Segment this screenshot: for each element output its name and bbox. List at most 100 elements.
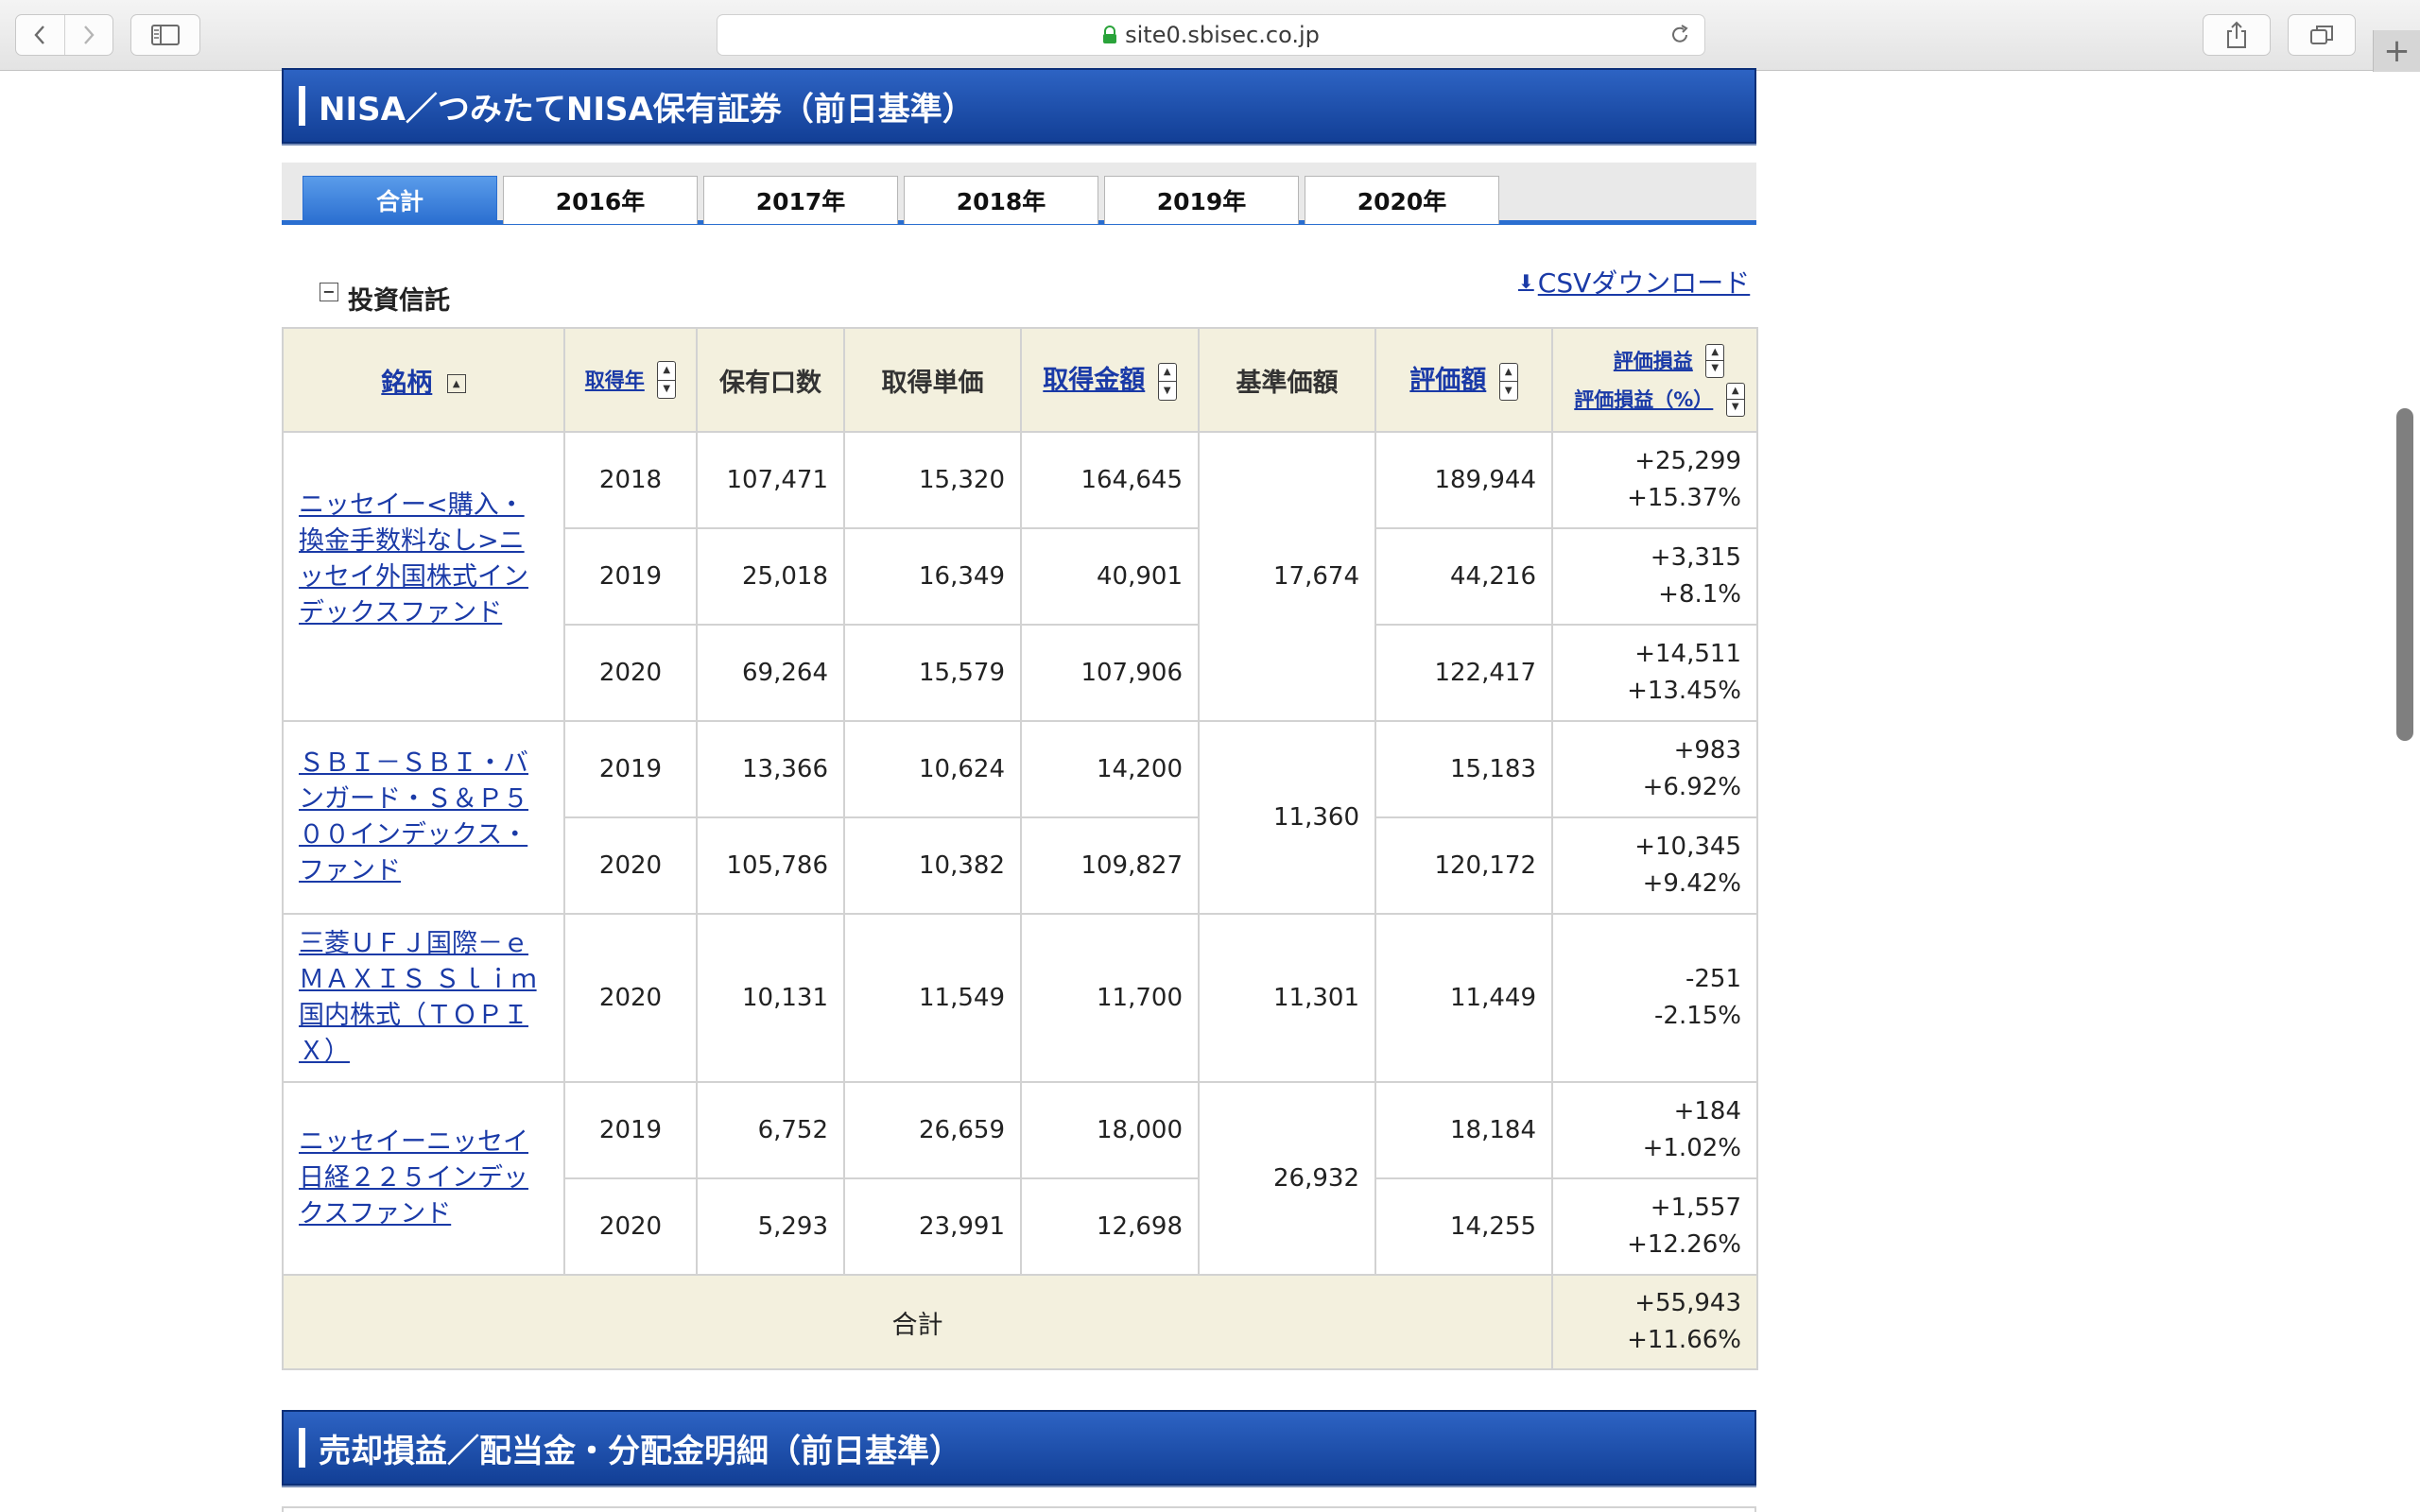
tabs-overview-button[interactable]	[2288, 14, 2356, 56]
nisa-section-title: NISA／つみたてNISA保有証券（前日基準）	[319, 90, 975, 129]
pl-cell: +983 +6.92%	[1551, 720, 1758, 818]
total-pl-cell: +55,943 +11.66%	[1551, 1274, 1758, 1370]
holdings-table: 銘柄 ▲ 取得年 ▲ ▼ 保有口数 取得単価 取得金額 ▲ ▼ 基準価額 評価額 ▲…	[282, 327, 1758, 1370]
pl-percent: +6.92%	[1642, 773, 1741, 801]
pl-amount: +3,315	[1650, 543, 1741, 572]
fund-name-cell: ＳＢＩ－ＳＢＩ・バンガード・Ｓ＆Ｐ５００インデックス・ファンド	[282, 720, 565, 915]
year-cell: 2020	[563, 624, 698, 722]
nav-cell: 17,674	[1198, 431, 1376, 722]
sort-toggle-icon[interactable]: ▲ ▼	[1498, 362, 1518, 401]
scrollbar-thumb[interactable]	[2396, 408, 2413, 741]
fund-link[interactable]: 三菱ＵＦＪ国際－ｅＭＡＸＩＳ Ｓｌｉｍ国内株式（ＴＯＰＩＸ）	[299, 929, 537, 1066]
value-cell: 122,417	[1374, 624, 1553, 722]
new-tab-button[interactable]: +	[2373, 30, 2420, 72]
pl-percent: +12.26%	[1627, 1230, 1741, 1259]
tabs-icon	[2310, 26, 2333, 44]
page-scrollbar[interactable]	[2392, 72, 2420, 1512]
sidebar-button[interactable]	[130, 14, 200, 56]
cost-cell: 107,906	[1020, 624, 1200, 722]
pl-percent: +8.1%	[1658, 580, 1741, 609]
value-cell: 15,183	[1374, 720, 1553, 818]
tab-2018[interactable]: 2018年	[904, 176, 1098, 224]
csv-download-link[interactable]: ⬇ CSVダウンロード	[1518, 263, 1750, 301]
pl-cell: +3,315 +8.1%	[1551, 527, 1758, 626]
history-nav	[15, 14, 113, 56]
pl-amount: +983	[1673, 736, 1741, 765]
back-button[interactable]	[16, 15, 64, 55]
pl-amount: +184	[1673, 1097, 1741, 1125]
value-cell: 120,172	[1374, 816, 1553, 915]
pl-cell: +10,345 +9.42%	[1551, 816, 1758, 915]
pl-percent: +1.02%	[1642, 1134, 1741, 1162]
forward-button[interactable]	[63, 15, 113, 55]
fund-name-cell: ニッセイーニッセイ日経２２５インデックスファンド	[282, 1081, 565, 1276]
chevron-right-icon	[83, 26, 95, 44]
units-cell: 5,293	[696, 1177, 845, 1276]
share-button[interactable]	[2203, 14, 2271, 56]
sort-toggle-icon[interactable]: ▲ ▼	[1157, 362, 1177, 401]
nav-cell: 11,360	[1198, 720, 1376, 915]
header-cost: 取得金額 ▲ ▼	[1020, 327, 1200, 433]
unit-price-cell: 16,349	[843, 527, 1022, 626]
year-tab-bar: 合計 2016年 2017年 2018年 2019年 2020年	[282, 163, 1756, 225]
collapse-toggle-icon[interactable]: −	[320, 282, 338, 301]
sort-asc-icon[interactable]: ▲	[446, 374, 466, 393]
pl-amount: +25,299	[1634, 447, 1741, 475]
fund-link[interactable]: ＳＢＩ－ＳＢＩ・バンガード・Ｓ＆Ｐ５００インデックス・ファンド	[299, 748, 528, 885]
table-row: ＳＢＩ－ＳＢＩ・バンガード・Ｓ＆Ｐ５００インデックス・ファンド 2019 13,…	[282, 720, 1758, 915]
units-cell: 69,264	[696, 624, 845, 722]
pl-cell: +1,557 +12.26%	[1551, 1177, 1758, 1276]
cost-cell: 109,827	[1020, 816, 1200, 915]
cost-cell: 40,901	[1020, 527, 1200, 626]
csv-download-label: CSVダウンロード	[1537, 267, 1751, 299]
tab-total[interactable]: 合計	[302, 176, 497, 224]
cost-cell: 14,200	[1020, 720, 1200, 818]
sort-toggle-icon[interactable]: ▲ ▼	[657, 361, 677, 399]
units-cell: 13,366	[696, 720, 845, 818]
table-header-row: 銘柄 ▲ 取得年 ▲ ▼ 保有口数 取得単価 取得金額 ▲ ▼ 基準価額 評価額 ▲…	[282, 327, 1758, 433]
reload-icon[interactable]	[1668, 23, 1691, 53]
year-cell: 2020	[563, 913, 698, 1083]
pl-cell: +14,511 +13.45%	[1551, 624, 1758, 722]
header-accent-bar	[299, 86, 305, 126]
pl-cell: -251 -2.15%	[1551, 913, 1758, 1083]
sort-by-cost-link[interactable]: 取得金額	[1043, 366, 1145, 395]
nav-cell: 11,301	[1198, 913, 1376, 1083]
fund-link[interactable]: ニッセイー<購入・換金手数料なし>ニッセイ外国株式インデックスファンド	[299, 490, 528, 627]
sort-toggle-icon[interactable]: ▲ ▼	[1705, 343, 1725, 378]
pl-percent: +15.37%	[1627, 484, 1741, 512]
value-cell: 18,184	[1374, 1081, 1553, 1179]
year-cell: 2020	[563, 1177, 698, 1276]
fund-name-cell: ニッセイー<購入・換金手数料なし>ニッセイ外国株式インデックスファンド	[282, 431, 565, 722]
header-units: 保有口数	[696, 327, 845, 433]
fund-name-cell: 三菱ＵＦＪ国際－ｅＭＡＸＩＳ Ｓｌｉｍ国内株式（ＴＯＰＩＸ）	[282, 913, 565, 1083]
pl-cell: +25,299 +15.37%	[1551, 431, 1758, 529]
sidebar-icon	[151, 25, 180, 45]
unit-price-cell: 23,991	[843, 1177, 1022, 1276]
tab-2016[interactable]: 2016年	[503, 176, 698, 224]
unit-price-cell: 10,382	[843, 816, 1022, 915]
table-row: 三菱ＵＦＪ国際－ｅＭＡＸＩＳ Ｓｌｉｍ国内株式（ＴＯＰＩＸ） 2020 10,1…	[282, 913, 1758, 1083]
unit-price-cell: 15,320	[843, 431, 1022, 529]
total-row: 合計 +55,943 +11.66%	[282, 1274, 1758, 1370]
sort-by-pl-pct-link[interactable]: 評価損益（%）	[1574, 388, 1713, 411]
sort-by-name-link[interactable]: 銘柄	[381, 369, 432, 398]
tab-2017[interactable]: 2017年	[703, 176, 898, 224]
header-value: 評価額 ▲ ▼	[1374, 327, 1553, 433]
tab-2020[interactable]: 2020年	[1305, 176, 1499, 224]
sort-by-year-link[interactable]: 取得年	[585, 369, 645, 392]
total-label: 合計	[282, 1274, 1553, 1370]
unit-price-cell: 15,579	[843, 624, 1022, 722]
sort-by-value-link[interactable]: 評価額	[1409, 366, 1486, 395]
sort-toggle-icon[interactable]: ▲ ▼	[1725, 382, 1745, 417]
header-year: 取得年 ▲ ▼	[563, 327, 698, 433]
year-cell: 2018	[563, 431, 698, 529]
pl-percent: +13.45%	[1627, 677, 1741, 705]
year-cell: 2019	[563, 1081, 698, 1179]
address-bar[interactable]: site0.sbisec.co.jp	[717, 14, 1705, 56]
tab-2019[interactable]: 2019年	[1104, 176, 1299, 224]
sort-by-pl-link[interactable]: 評価損益	[1614, 350, 1693, 372]
header-name: 銘柄 ▲	[282, 327, 565, 433]
pl-percent: -2.15%	[1654, 1002, 1741, 1030]
fund-link[interactable]: ニッセイーニッセイ日経２２５インデックスファンド	[299, 1127, 528, 1228]
